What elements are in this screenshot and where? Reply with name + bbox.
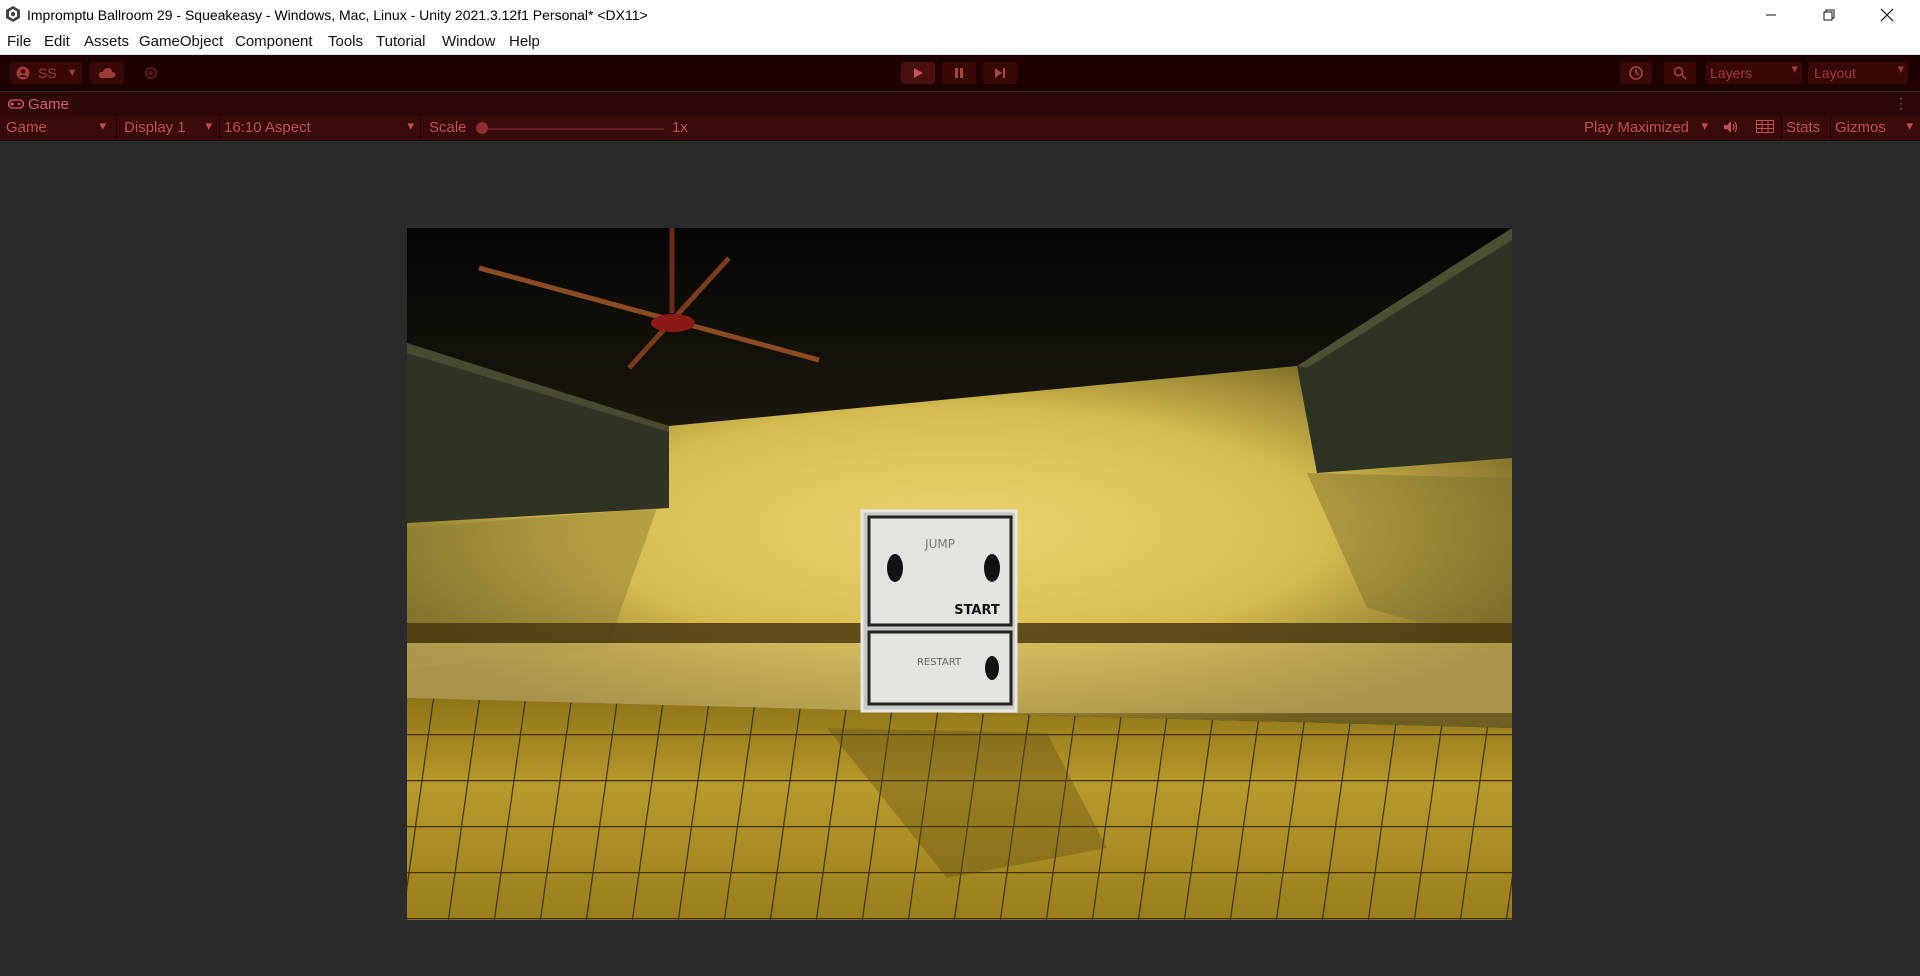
- layers-dropdown[interactable]: Layers: [1706, 61, 1802, 84]
- step-icon: [995, 68, 1005, 78]
- gizmos-label: Gizmos: [1835, 119, 1886, 136]
- gizmos-dropdown[interactable]: Gizmos: [1835, 118, 1917, 136]
- play-mode-label: Play Maximized: [1584, 119, 1690, 136]
- tab-game-label: Game: [28, 95, 69, 113]
- search-icon: [1673, 66, 1687, 80]
- restore-icon: [1823, 9, 1835, 21]
- collab-button[interactable]: [136, 62, 166, 84]
- menu-help[interactable]: Help: [509, 33, 540, 50]
- game-render-view[interactable]: JUMP START RESTART: [407, 228, 1512, 920]
- scale-value: 1x: [672, 119, 688, 136]
- divider: [219, 116, 220, 140]
- divider: [1781, 116, 1782, 140]
- close-button[interactable]: [1858, 0, 1916, 30]
- sign-start-text: START: [954, 603, 1000, 618]
- account-icon: [16, 66, 30, 80]
- more-options-icon[interactable]: ⋮: [1894, 95, 1908, 112]
- sign-restart-text: RESTART: [917, 657, 962, 668]
- pause-icon: [955, 68, 963, 78]
- menu-file[interactable]: File: [7, 33, 31, 50]
- play-icon: [914, 68, 923, 78]
- display-label: Display 1: [124, 119, 186, 136]
- restore-button[interactable]: [1800, 0, 1858, 30]
- play-button[interactable]: [901, 62, 935, 84]
- divider: [1830, 116, 1831, 140]
- mute-audio-button[interactable]: [1723, 120, 1739, 138]
- layout-dropdown[interactable]: Layout: [1808, 61, 1908, 84]
- menu-tutorial[interactable]: Tutorial: [376, 33, 425, 50]
- play-mode-dropdown[interactable]: Play Maximized: [1584, 118, 1712, 136]
- keyboard-shortcuts-button[interactable]: [1756, 120, 1774, 137]
- aspect-dropdown[interactable]: 16:10 Aspect: [224, 118, 418, 136]
- scale-slider-handle[interactable]: [476, 122, 488, 134]
- game-mode-dropdown[interactable]: Game: [6, 118, 110, 136]
- stats-button[interactable]: Stats: [1786, 119, 1820, 136]
- start-sign: JUMP START RESTART: [860, 509, 1018, 713]
- main-toolbar: SS ▼ Layers Layout: [0, 55, 1920, 91]
- window-title: Impromptu Ballroom 29 - Squeakeasy - Win…: [27, 7, 648, 23]
- menu-bar: File Edit Assets GameObject Component To…: [0, 30, 1920, 55]
- chevron-down-icon: ▼: [66, 67, 78, 79]
- unity-logo-icon: [6, 6, 20, 22]
- game-view-controlbar: Game Display 1 16:10 Aspect Scale 1x Pla…: [0, 116, 1920, 141]
- history-button[interactable]: [1620, 62, 1652, 84]
- menu-edit[interactable]: Edit: [44, 33, 70, 50]
- menu-component[interactable]: Component: [235, 33, 313, 50]
- layout-label: Layout: [1814, 65, 1857, 81]
- game-window-header: Game ⋮: [0, 92, 1920, 116]
- scale-slider-track[interactable]: [483, 128, 664, 130]
- gamepad-icon: [7, 97, 25, 112]
- menu-assets[interactable]: Assets: [84, 33, 129, 50]
- game-mode-label: Game: [6, 119, 47, 136]
- cloud-button[interactable]: [90, 62, 124, 84]
- scale-label: Scale: [429, 119, 467, 136]
- menu-gameobject[interactable]: GameObject: [139, 33, 223, 50]
- account-label: SS: [38, 65, 57, 81]
- step-button[interactable]: [983, 62, 1017, 84]
- history-icon: [1629, 66, 1643, 80]
- collab-icon: [145, 67, 157, 79]
- display-dropdown[interactable]: Display 1: [124, 118, 216, 136]
- menu-tools[interactable]: Tools: [328, 33, 363, 50]
- scene-render: JUMP START RESTART: [407, 228, 1512, 920]
- divider: [420, 116, 421, 140]
- menu-window[interactable]: Window: [442, 33, 495, 50]
- window-titlebar: Impromptu Ballroom 29 - Squeakeasy - Win…: [0, 0, 1920, 30]
- divider: [116, 116, 117, 140]
- minimize-icon: [1766, 14, 1776, 16]
- tab-game[interactable]: Game: [0, 92, 77, 116]
- sign-jump-text: JUMP: [924, 537, 955, 551]
- speaker-icon: [1724, 121, 1738, 133]
- cloud-icon: [98, 68, 116, 78]
- account-dropdown[interactable]: SS ▼: [10, 62, 82, 84]
- minimize-button[interactable]: [1742, 0, 1800, 30]
- aspect-label: 16:10 Aspect: [224, 119, 311, 136]
- search-button[interactable]: [1664, 62, 1696, 84]
- close-icon: [1880, 8, 1894, 22]
- keyboard-icon: [1756, 120, 1774, 133]
- layers-label: Layers: [1710, 65, 1753, 81]
- pause-button[interactable]: [942, 62, 976, 84]
